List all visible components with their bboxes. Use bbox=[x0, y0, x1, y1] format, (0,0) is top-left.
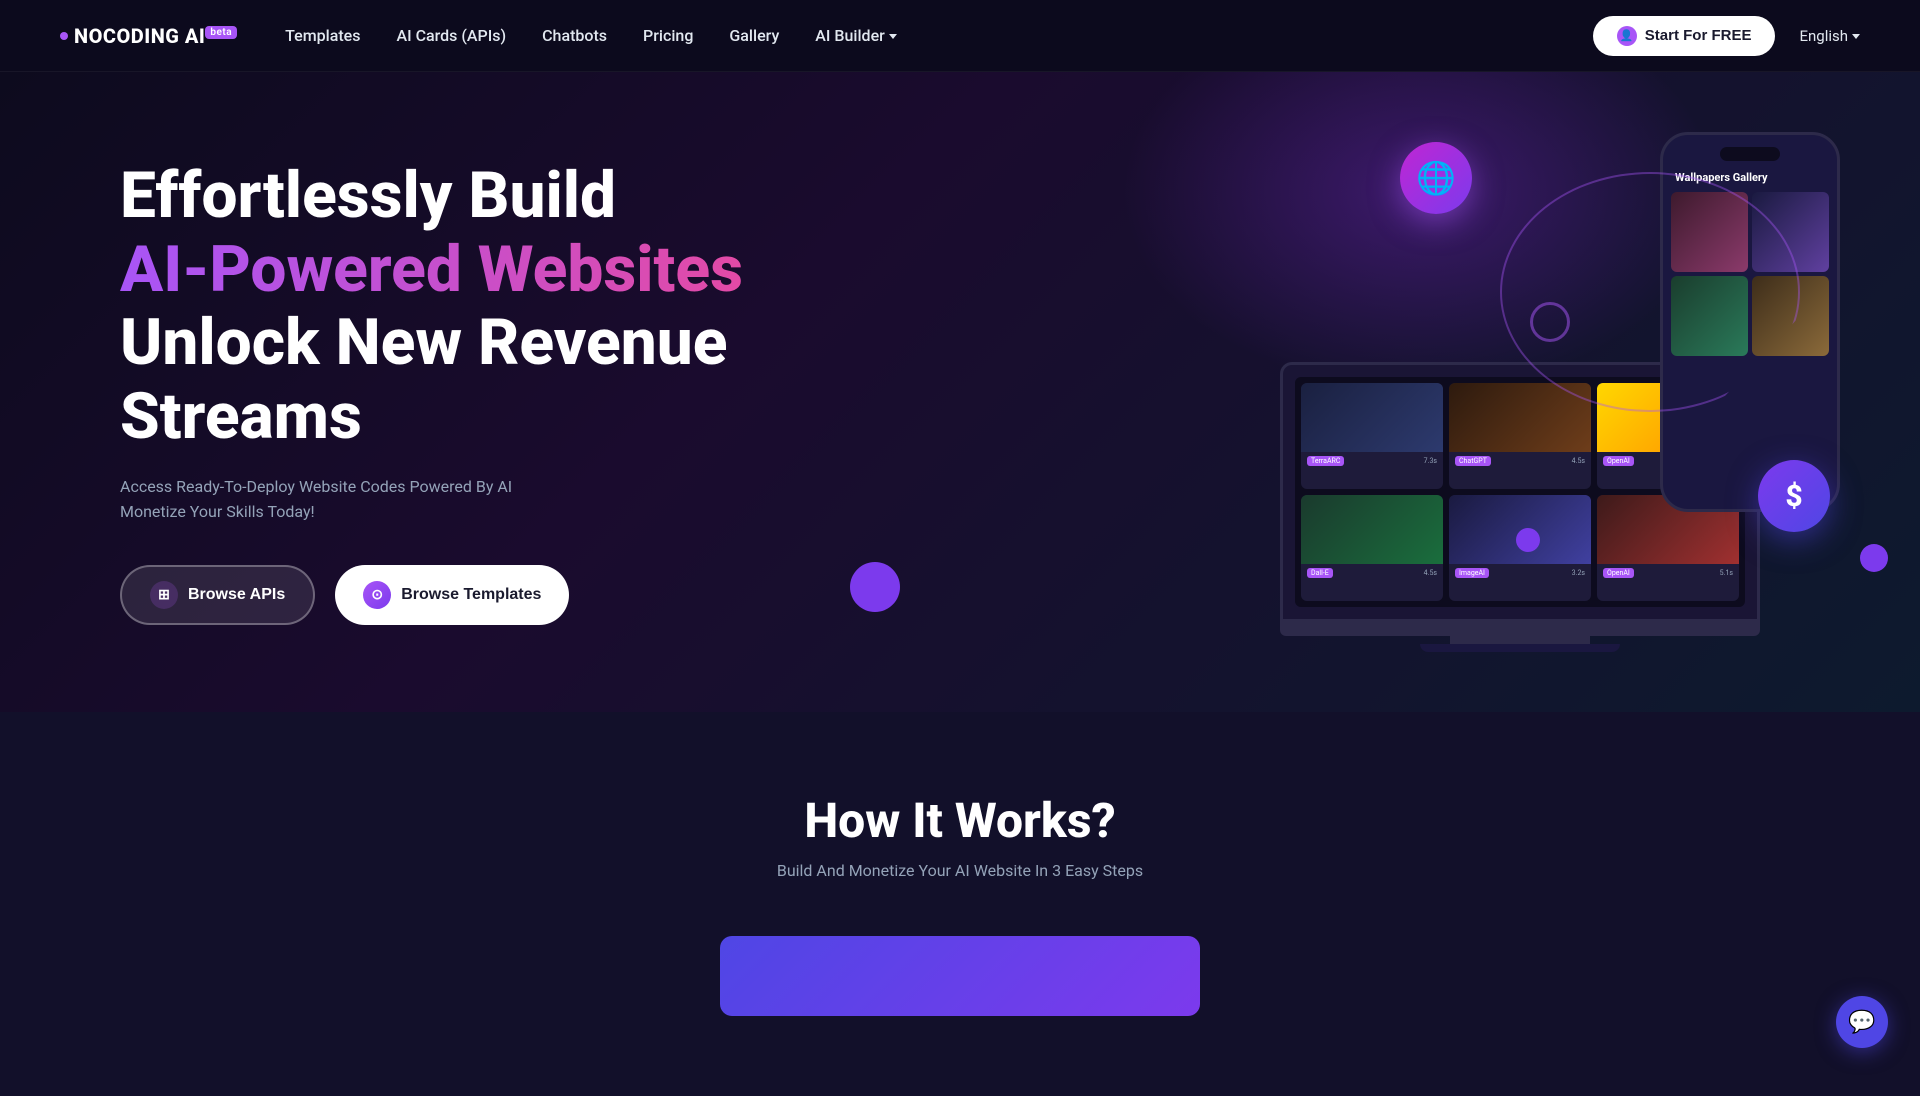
logo[interactable]: NOCODING AIbeta bbox=[60, 24, 237, 48]
card-image-1 bbox=[1301, 383, 1443, 452]
card-image-4 bbox=[1301, 495, 1443, 564]
how-it-works-card bbox=[720, 936, 1200, 1016]
hero-section: Effortlessly Build AI-Powered Websites U… bbox=[0, 72, 1920, 712]
browse-apis-button[interactable]: ⊞ Browse APIs bbox=[120, 565, 315, 625]
decorative-circle bbox=[1530, 302, 1570, 342]
language-selector[interactable]: English bbox=[1799, 27, 1860, 45]
laptop-bottom bbox=[1420, 644, 1620, 652]
hero-description: Access Ready-To-Deploy Website Codes Pow… bbox=[120, 474, 840, 525]
nav-item-pricing[interactable]: Pricing bbox=[643, 26, 693, 45]
hero-content: Effortlessly Build AI-Powered Websites U… bbox=[120, 159, 840, 625]
decorative-dot-1 bbox=[1860, 544, 1888, 572]
laptop-stand bbox=[1450, 636, 1590, 644]
how-it-works-title: How It Works? bbox=[120, 792, 1800, 849]
nav-left: NOCODING AIbeta Templates AI Cards (APIs… bbox=[60, 24, 897, 48]
how-it-works-subtitle: Build And Monetize Your AI Website In 3 … bbox=[120, 861, 1800, 880]
logo-text: NOCODING AIbeta bbox=[74, 24, 237, 48]
nav-item-templates[interactable]: Templates bbox=[285, 26, 360, 45]
chat-button[interactable]: 💬 bbox=[1836, 996, 1888, 1048]
chat-icon: 💬 bbox=[1848, 1010, 1875, 1035]
nav-item-gallery[interactable]: Gallery bbox=[729, 26, 779, 45]
decorative-dot-3 bbox=[1516, 528, 1540, 552]
hero-visual: 🌐 TerraARC 7.3s ChatG bbox=[1220, 112, 1860, 672]
user-icon: 👤 bbox=[1617, 26, 1637, 46]
logo-dot bbox=[60, 32, 68, 40]
nav-item-chatbots[interactable]: Chatbots bbox=[542, 26, 607, 45]
screen-card-1: TerraARC 7.3s bbox=[1301, 383, 1443, 489]
decorative-dot-2 bbox=[850, 562, 900, 612]
chevron-down-icon bbox=[889, 34, 897, 39]
how-it-works-section: How It Works? Build And Monetize Your AI… bbox=[0, 712, 1920, 1096]
screen-card-4: Dall-E 4.5s bbox=[1301, 495, 1443, 601]
nav-item-ai-cards[interactable]: AI Cards (APIs) bbox=[396, 26, 506, 45]
nav-right: 👤 Start For FREE English bbox=[1593, 16, 1860, 56]
navbar: NOCODING AIbeta Templates AI Cards (APIs… bbox=[0, 0, 1920, 72]
logo-beta: beta bbox=[205, 26, 237, 39]
phone-notch bbox=[1720, 147, 1780, 161]
browse-templates-button[interactable]: ⊙ Browse Templates bbox=[335, 565, 569, 625]
hero-title: Effortlessly Build AI-Powered Websites U… bbox=[120, 159, 840, 453]
dollar-badge: $ bbox=[1758, 460, 1830, 532]
laptop-base bbox=[1280, 620, 1760, 636]
start-free-button[interactable]: 👤 Start For FREE bbox=[1593, 16, 1776, 56]
nav-links: Templates AI Cards (APIs) Chatbots Prici… bbox=[285, 26, 897, 45]
globe-badge: 🌐 bbox=[1400, 142, 1472, 214]
chevron-down-icon bbox=[1852, 34, 1860, 39]
apis-button-icon: ⊞ bbox=[150, 581, 178, 609]
nav-item-ai-builder[interactable]: AI Builder bbox=[815, 26, 897, 45]
screen-card-2: ChatGPT 4.5s bbox=[1449, 383, 1591, 489]
templates-button-icon: ⊙ bbox=[363, 581, 391, 609]
hero-buttons: ⊞ Browse APIs ⊙ Browse Templates bbox=[120, 565, 840, 625]
